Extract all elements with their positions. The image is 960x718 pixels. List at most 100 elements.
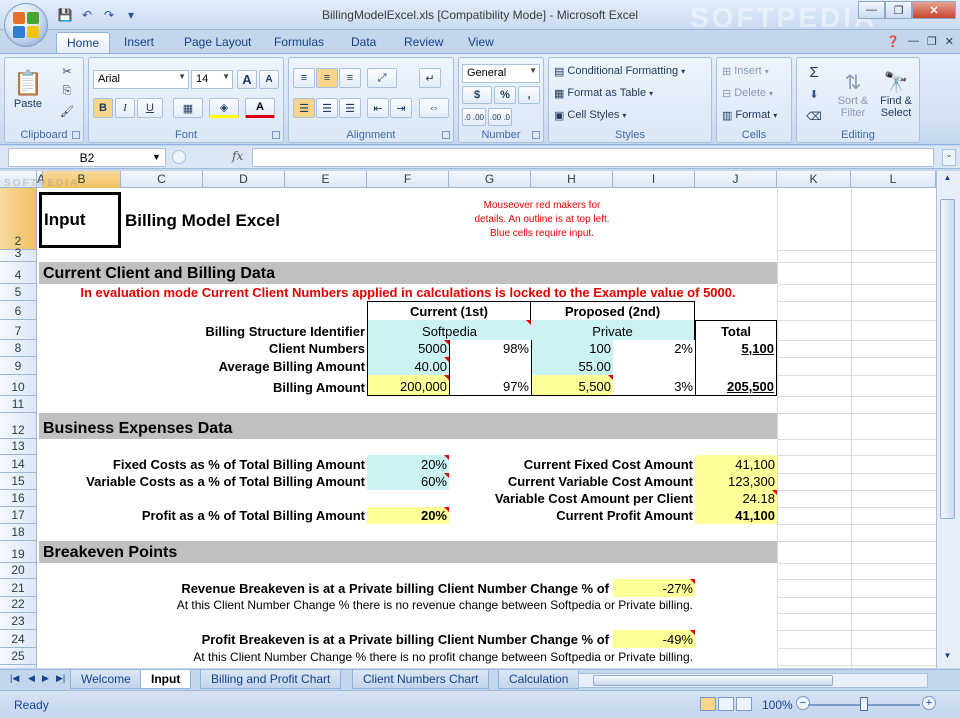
last-sheet-icon[interactable]: ▶| xyxy=(56,673,65,684)
row-header[interactable]: 11 xyxy=(0,396,36,413)
fixed-cost-amount[interactable]: 41,100 xyxy=(695,455,777,473)
row-header[interactable]: 26 xyxy=(0,665,36,668)
empty-cell[interactable] xyxy=(449,357,531,375)
profit-amount[interactable]: 41,100 xyxy=(695,507,777,524)
name-box-dropdown-icon[interactable]: ▼ xyxy=(152,152,161,162)
align-top-icon[interactable]: ≡ xyxy=(293,68,315,88)
doc-close-icon[interactable]: ✕ xyxy=(945,35,954,48)
tab-formulas[interactable]: Formulas xyxy=(274,35,324,49)
autosum-button[interactable]: Σ xyxy=(801,62,827,82)
paste-button[interactable]: 📋 Paste xyxy=(9,60,47,118)
fill-color-icon[interactable]: ◈ xyxy=(209,98,239,118)
row-header[interactable]: 10 xyxy=(0,375,36,396)
tab-page-layout[interactable]: Page Layout xyxy=(184,35,251,49)
row-header[interactable]: 7 xyxy=(0,320,36,340)
restore-button[interactable]: ❐ xyxy=(885,1,912,19)
doc-minimize-icon[interactable]: — xyxy=(908,35,919,48)
column-header-h[interactable]: H xyxy=(531,171,613,188)
row-header[interactable]: 2 xyxy=(0,188,36,250)
page-break-view-icon[interactable] xyxy=(736,697,752,711)
name-box[interactable]: B2 xyxy=(8,148,166,167)
comma-button[interactable]: , xyxy=(518,86,540,104)
row-header[interactable]: 9 xyxy=(0,357,36,375)
font-launcher-icon[interactable] xyxy=(272,131,280,139)
number-format-select[interactable]: General ▼ xyxy=(462,64,540,83)
row-header[interactable]: 18 xyxy=(0,524,36,541)
billing-amount-current[interactable]: 200,000 xyxy=(367,375,449,396)
sheet-tab-input[interactable]: Input xyxy=(140,670,192,689)
row-header[interactable]: 12 xyxy=(0,413,36,439)
find-select-button[interactable]: 🔭 Find & Select xyxy=(875,62,917,126)
row-header[interactable]: 25 xyxy=(0,648,36,665)
row-header[interactable]: 3 xyxy=(0,246,36,262)
row-header[interactable]: 16 xyxy=(0,490,36,507)
average-billing-current-input[interactable]: 40.00 xyxy=(367,357,449,375)
formula-cancel-icon[interactable] xyxy=(172,150,186,164)
structure-proposed-input[interactable]: Private xyxy=(531,320,695,340)
increase-indent-icon[interactable]: ⇥ xyxy=(390,98,412,118)
copy-icon[interactable]: ⎘ xyxy=(57,82,77,100)
column-header-e[interactable]: E xyxy=(285,171,367,188)
row-header[interactable]: 19 xyxy=(0,541,36,563)
row-header[interactable]: 20 xyxy=(0,563,36,579)
row-header[interactable]: 4 xyxy=(0,262,36,284)
column-header-d[interactable]: D xyxy=(203,171,285,188)
column-header-k[interactable]: K xyxy=(777,171,851,188)
percent-button[interactable]: % xyxy=(494,86,516,104)
column-header-c[interactable]: C xyxy=(121,171,203,188)
conditional-formatting-button[interactable]: ▤ Conditional Formatting ▾ xyxy=(553,62,686,80)
sheet-tab-welcome[interactable]: Welcome xyxy=(70,670,142,689)
column-header-l[interactable]: L xyxy=(851,171,936,188)
billing-amount-current-pct[interactable]: 97% xyxy=(449,375,531,396)
insert-function-button[interactable]: fx xyxy=(232,149,243,163)
row-header[interactable]: 24 xyxy=(0,630,36,648)
close-button[interactable]: ✕ xyxy=(912,1,956,19)
billing-amount-proposed[interactable]: 5,500 xyxy=(531,375,613,396)
row-header[interactable]: 13 xyxy=(0,439,36,455)
profit-breakeven[interactable]: -49% xyxy=(613,630,695,648)
row-header[interactable]: 6 xyxy=(0,301,36,320)
clear-icon[interactable]: ⌫ xyxy=(801,106,827,126)
sheet-tab-calculation[interactable]: Calculation xyxy=(498,670,580,689)
variable-cost-per-client[interactable]: 24.18 xyxy=(695,490,777,507)
row-header[interactable]: 5 xyxy=(0,284,36,301)
next-sheet-icon[interactable]: ▶ xyxy=(42,673,49,684)
merge-center-icon[interactable]: ⇔ xyxy=(419,98,449,118)
align-right-icon[interactable]: ☰ xyxy=(339,98,361,118)
font-size-select[interactable]: 14 ▼ xyxy=(191,70,233,89)
align-center-icon[interactable]: ☰ xyxy=(316,98,338,118)
tab-review[interactable]: Review xyxy=(404,35,443,49)
doc-restore-icon[interactable]: ❐ xyxy=(927,35,937,48)
format-painter-icon[interactable]: 🖌 xyxy=(57,102,77,120)
scroll-up-icon[interactable]: ▲ xyxy=(940,173,955,187)
orientation-icon[interactable]: ⤢ xyxy=(367,68,397,88)
increase-decimal-button[interactable]: .0 .00 xyxy=(462,108,486,126)
help-icon[interactable]: ❓ xyxy=(886,35,900,48)
row-header[interactable]: 17 xyxy=(0,507,36,524)
currency-button[interactable]: $ xyxy=(462,86,492,104)
scroll-down-icon[interactable]: ▼ xyxy=(940,651,955,665)
sheet-tab-billing-profit-chart[interactable]: Billing and Profit Chart xyxy=(200,670,342,689)
sort-filter-button[interactable]: ⇅ Sort & Filter xyxy=(833,62,873,126)
tab-home[interactable]: Home xyxy=(56,32,111,55)
structure-current-input[interactable]: Softpedia xyxy=(367,320,531,340)
cut-icon[interactable]: ✂ xyxy=(57,62,77,80)
font-color-icon[interactable]: A xyxy=(245,98,275,118)
revenue-breakeven[interactable]: -27% xyxy=(613,579,695,597)
font-name-select[interactable]: Arial ▼ xyxy=(93,70,189,89)
zoom-in-icon[interactable]: + xyxy=(922,696,936,710)
clipboard-launcher-icon[interactable] xyxy=(72,131,80,139)
formula-input[interactable] xyxy=(252,148,934,167)
row-header[interactable]: 23 xyxy=(0,613,36,630)
align-middle-icon[interactable]: ≡ xyxy=(316,68,338,88)
worksheet[interactable]: Input Billing Model Excel Mouseover red … xyxy=(37,188,936,668)
tab-data[interactable]: Data xyxy=(351,35,376,49)
tab-insert[interactable]: Insert xyxy=(124,35,154,49)
delete-cells-button[interactable]: ⊟ Delete ▾ xyxy=(721,84,774,102)
column-header-f[interactable]: F xyxy=(367,171,449,188)
empty-cell[interactable] xyxy=(695,357,777,375)
wrap-text-icon[interactable]: ↵ xyxy=(419,68,441,88)
tab-view[interactable]: View xyxy=(468,35,494,49)
cell-styles-button[interactable]: ▣ Cell Styles ▾ xyxy=(553,106,627,124)
variable-cost-amount[interactable]: 123,300 xyxy=(695,473,777,490)
